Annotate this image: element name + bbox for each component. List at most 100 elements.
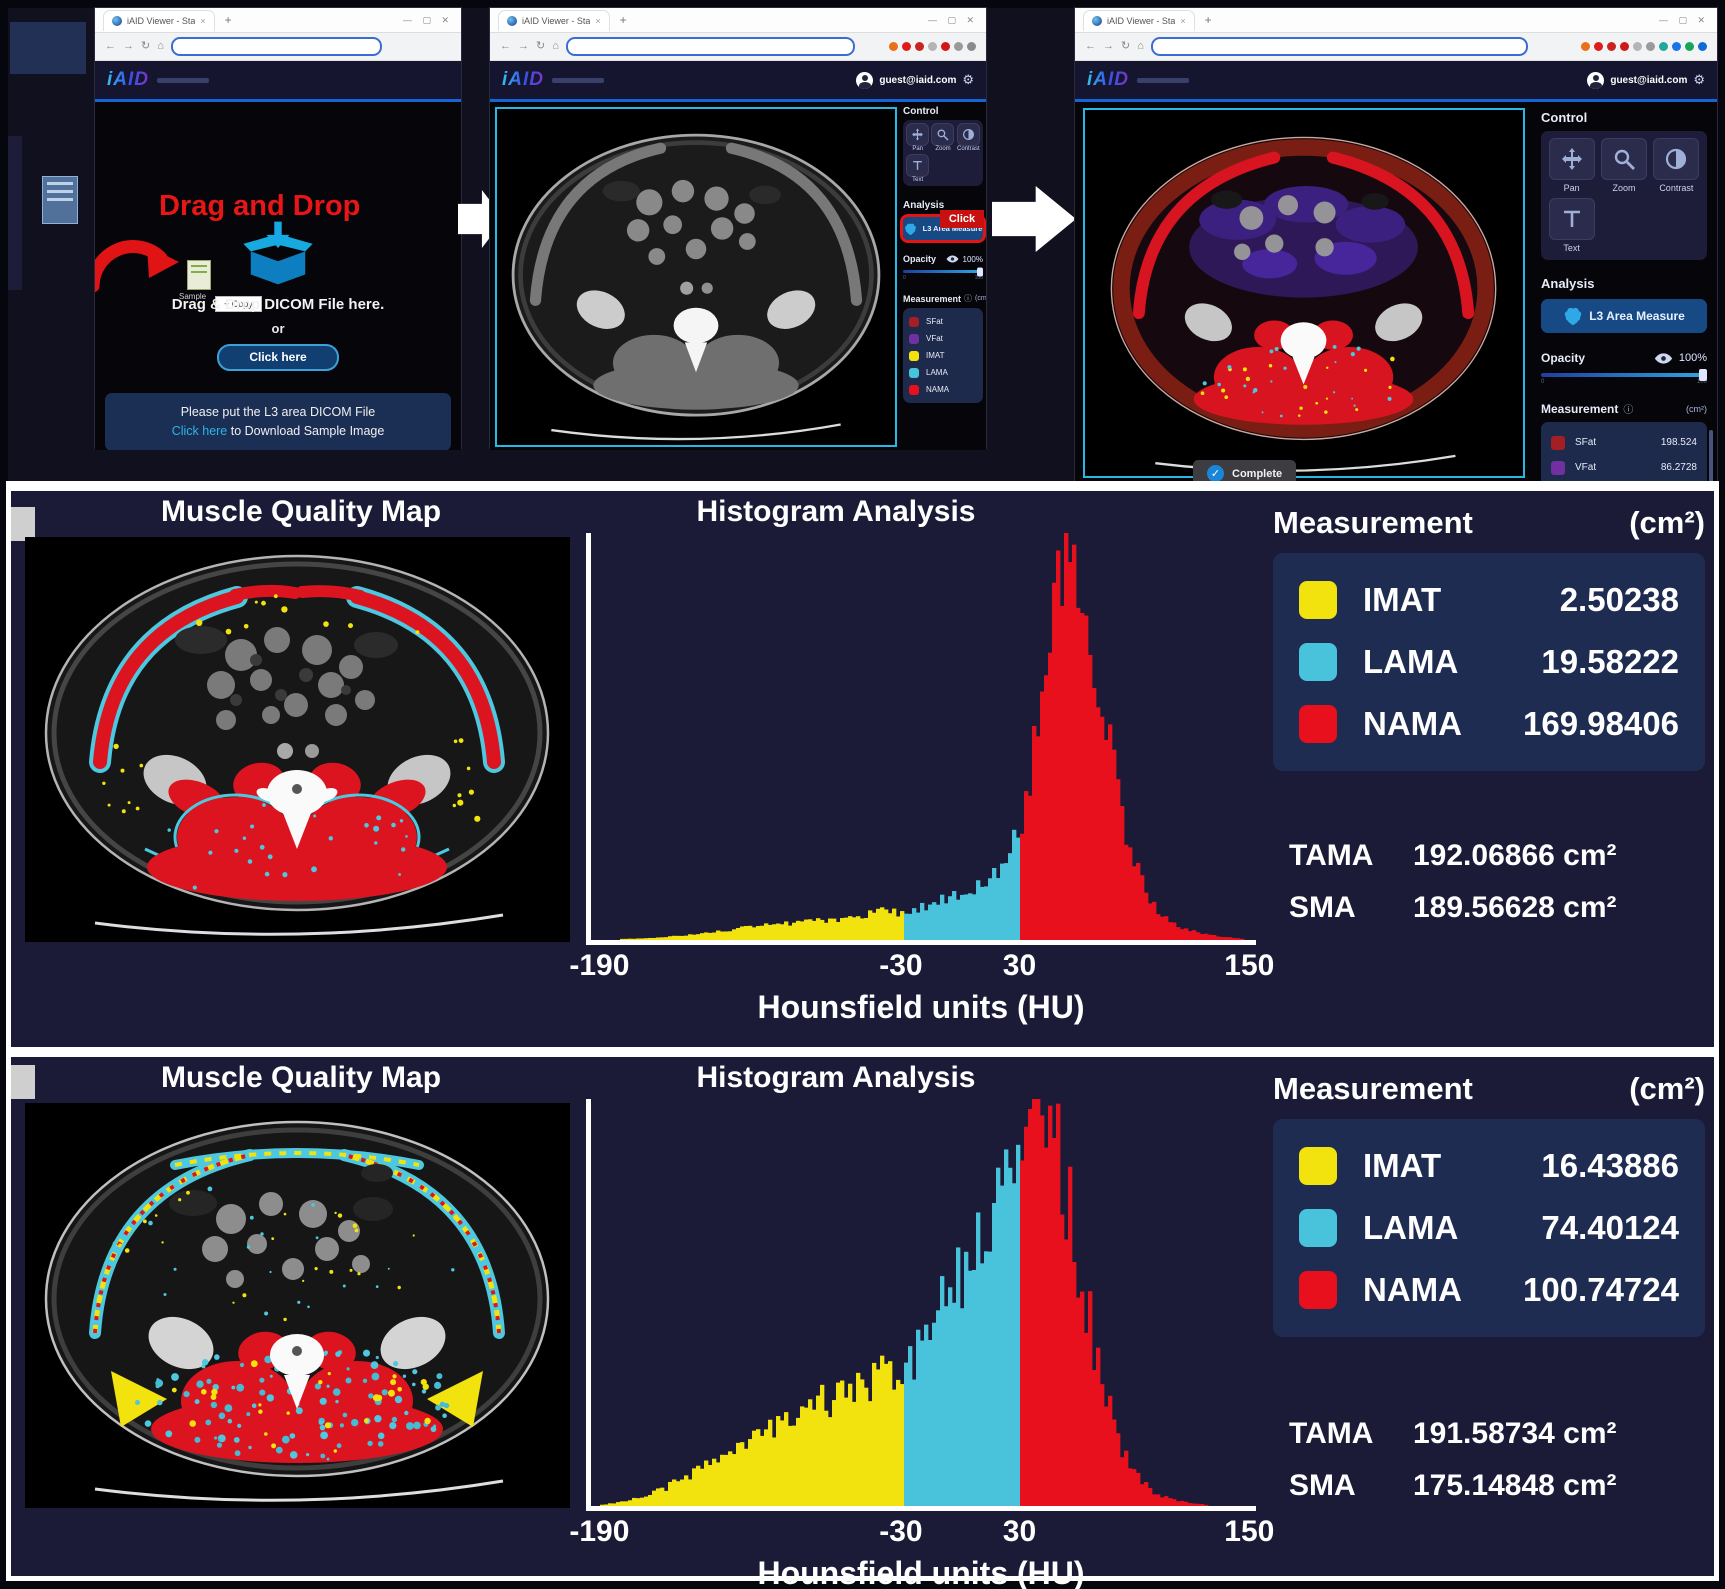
note-text: Please put the L3 area DICOM File [181,405,376,419]
ct-viewer[interactable] [1083,108,1525,478]
gear-icon[interactable]: ⚙ [1693,72,1705,88]
desktop-dicom-file-icon[interactable] [42,176,78,224]
tab-close-icon[interactable]: × [595,16,600,26]
measurement-header: Measurement ⓘ (cm²) [903,293,983,304]
toast-label: Complete [1232,468,1282,480]
logo-subtitle-mark [552,78,604,83]
legend-row-vfat: VFat [909,330,977,347]
legend-row-nama: NAMA 169.98406 [1299,693,1679,755]
new-tab-icon[interactable]: + [1205,13,1212,27]
home-icon[interactable]: ⌂ [552,41,559,52]
back-icon[interactable]: ← [500,41,511,52]
tool-text[interactable]: Text [1548,198,1595,253]
x-axis-label: Hounsfield units (HU) [586,1555,1256,1589]
url-bar[interactable] [1151,37,1528,56]
sma-total: SMA 175.14848 cm² [1289,1469,1617,1503]
favicon-icon [1092,16,1102,26]
dicom-dropzone[interactable]: Drag & Drop DICOM File here. or Click he… [95,220,461,450]
browser-tab[interactable]: iAID Viewer - Sta × [103,10,215,31]
ct-viewer[interactable] [495,107,897,447]
back-icon[interactable]: ← [105,41,116,52]
brain-icon [1563,307,1583,325]
forward-icon[interactable]: → [518,41,529,52]
tool-panel: Pan Zoom Contrast [903,120,983,186]
forward-icon[interactable]: → [123,41,134,52]
tool-contrast[interactable]: Contrast [1653,138,1700,193]
browser-tab[interactable]: iAID Viewer - Sta × [498,10,610,31]
avatar[interactable] [1587,72,1604,89]
tool-pan[interactable]: Pan [1548,138,1595,193]
new-tab-icon[interactable]: + [620,13,627,27]
slider-scale: 0100 [903,275,983,281]
window-buttons[interactable]: — ▢ ✕ [928,15,978,26]
histogram-bars [600,1099,1208,1506]
tab-close-icon[interactable]: × [1180,16,1185,26]
url-bar[interactable] [566,37,856,56]
url-bar[interactable] [171,37,383,56]
click-here-button[interactable]: Click here [217,344,339,371]
download-sample-link[interactable]: Click here [172,424,228,438]
ct-image-grayscale [497,109,895,445]
new-tab-icon[interactable]: + [225,13,232,27]
iaid-logo: iAID [107,69,149,91]
info-icon[interactable]: ⓘ [1623,401,1633,416]
opacity-value: 100% [1679,352,1707,364]
window-buttons[interactable]: — ▢ ✕ [403,15,453,26]
lama-swatch [1299,643,1337,681]
slider-thumb[interactable] [1699,369,1707,381]
slider-scale: 0100 [1541,379,1707,385]
measurement-legend: IMAT 2.50238 LAMA 19.58222 NAMA 169.9840… [1273,553,1705,771]
tool-pan[interactable]: Pan [906,123,929,152]
browser-tab[interactable]: iAID Viewer - Sta × [1083,10,1195,31]
histogram-1 [586,533,1256,945]
back-icon[interactable]: ← [1085,41,1096,52]
sfat-swatch [1551,436,1565,450]
gear-icon[interactable]: ⚙ [962,72,974,88]
opacity-slider[interactable] [903,270,983,273]
measurement-label: Measurement [1273,505,1473,541]
app-header: iAID guest@iaid.com ⚙ [1075,61,1717,102]
imat-swatch [1299,1147,1337,1185]
reload-icon[interactable]: ↻ [141,41,150,52]
opacity-row: Opacity 100% [1541,351,1707,365]
favicon-icon [507,16,517,26]
unit-label: (cm²) [1629,1071,1705,1107]
tool-zoom[interactable]: Zoom [931,123,954,152]
control-label: Control [1541,110,1707,125]
sma-total: SMA 189.56628 cm² [1289,891,1617,925]
contrast-icon [957,123,980,146]
slider-thumb[interactable] [977,267,983,276]
logo-subtitle-mark [157,78,209,83]
home-icon[interactable]: ⌂ [1137,41,1144,52]
legend-scrollbar[interactable] [1709,430,1713,483]
forward-icon[interactable]: → [1103,41,1114,52]
extension-icons[interactable] [889,42,976,51]
browser-window-step2: iAID Viewer - Sta × + — ▢ ✕ ← → ↻ ⌂ iAID [490,8,986,448]
browser-tabbar: iAID Viewer - Sta × + — ▢ ✕ [1075,8,1717,33]
control-sidebar: Control Pan Zoom [900,102,986,450]
x-ticks: -190 -30 30 150 [586,949,1256,987]
workflow-arrow-2 [992,186,1076,252]
l3-area-measure-button[interactable]: L3 Area Measure [1541,299,1707,333]
reload-icon[interactable]: ↻ [536,41,545,52]
extension-icons[interactable] [1581,42,1707,51]
tool-text[interactable]: Text [906,154,929,183]
tab-close-icon[interactable]: × [200,16,205,26]
measurement-column: Measurement (cm²) IMAT 2.50238 LAMA 19.5… [1273,491,1705,1047]
workflow-row: iAID Viewer - Sta × + — ▢ ✕ ← → ↻ ⌂ iAID… [8,8,1717,481]
window-buttons[interactable]: — ▢ ✕ [1659,15,1709,26]
home-icon[interactable]: ⌂ [157,41,164,52]
tool-zoom[interactable]: Zoom [1600,138,1647,193]
brain-icon [904,223,917,235]
reload-icon[interactable]: ↻ [1121,41,1130,52]
muscle-quality-map [25,1103,570,1508]
opacity-slider[interactable] [1541,373,1707,377]
info-icon[interactable]: ⓘ [964,293,972,304]
legend-row-sfat: SFat 198.524 [1551,430,1697,455]
browser-window-step1: iAID Viewer - Sta × + — ▢ ✕ ← → ↻ ⌂ iAID… [95,8,461,448]
avatar[interactable] [856,72,873,89]
pan-icon [1549,138,1595,180]
tool-contrast[interactable]: Contrast [957,123,980,152]
sfat-swatch [909,317,919,327]
analysis-label: Analysis [1541,276,1707,291]
